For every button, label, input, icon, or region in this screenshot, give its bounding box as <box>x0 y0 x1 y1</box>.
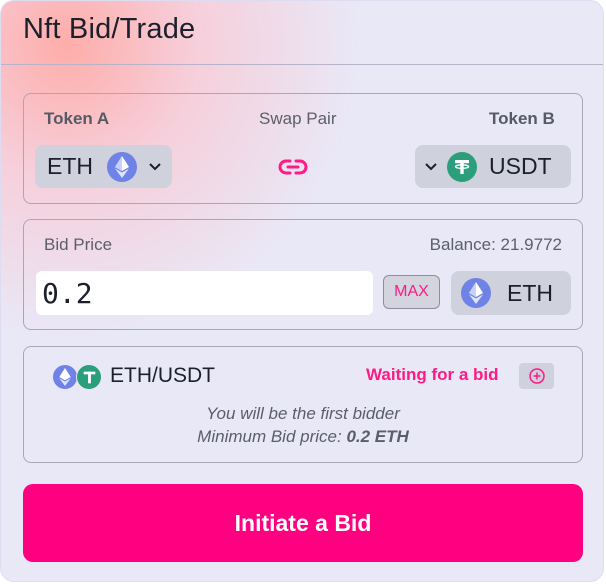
ethereum-icon <box>107 151 137 182</box>
minimum-bid-text: Minimum Bid price: 0.2 ETH <box>24 427 582 447</box>
header: Nft Bid/Trade <box>1 1 603 65</box>
bid-currency: ETH <box>451 271 571 315</box>
bid-price-panel: Bid Price Balance: 21.9772 MAX ETH <box>23 219 583 330</box>
token-a-label: Token A <box>44 109 110 128</box>
swap-pair-label: Swap Pair <box>259 109 337 128</box>
bid-currency-symbol: ETH <box>507 279 553 306</box>
chevron-down-icon <box>423 159 439 175</box>
swap-pair-link-icon[interactable] <box>277 151 309 183</box>
ethereum-icon <box>461 278 491 308</box>
tether-icon <box>76 364 102 390</box>
balance-text: Balance: 21.9772 <box>429 235 562 254</box>
token-pair-panel: Token A Swap Pair Token B ETH USDT <box>23 93 583 204</box>
token-a-symbol: ETH <box>47 153 93 179</box>
page-title: Nft Bid/Trade <box>23 13 196 45</box>
bid-status-panel: ETH/USDT Waiting for a bid You will be t… <box>23 346 583 463</box>
token-b-label: Token B <box>489 109 555 128</box>
plus-circle-icon <box>528 368 545 384</box>
add-bid-button[interactable] <box>519 363 554 389</box>
max-button[interactable]: MAX <box>383 275 440 309</box>
pair-name: ETH/USDT <box>110 364 215 387</box>
first-bidder-text: You will be the first bidder <box>206 404 400 423</box>
minimum-bid-label: Minimum Bid price: <box>197 427 342 446</box>
token-b-select[interactable]: USDT <box>415 145 571 188</box>
bid-price-input[interactable] <box>36 271 373 315</box>
bid-price-label: Bid Price <box>44 235 113 254</box>
token-b-symbol: USDT <box>489 153 552 179</box>
nft-bid-trade-card: Nft Bid/Trade Token A Swap Pair Token B … <box>0 0 604 582</box>
token-a-select[interactable]: ETH <box>35 145 172 188</box>
ethereum-icon <box>52 364 78 390</box>
initiate-bid-button[interactable]: Initiate a Bid <box>23 484 583 562</box>
minimum-bid-value: 0.2 ETH <box>346 427 409 446</box>
chevron-down-icon <box>147 159 163 175</box>
bid-status-text: Waiting for a bid <box>366 365 499 384</box>
tether-icon <box>447 151 477 182</box>
pair-icons <box>52 364 104 390</box>
